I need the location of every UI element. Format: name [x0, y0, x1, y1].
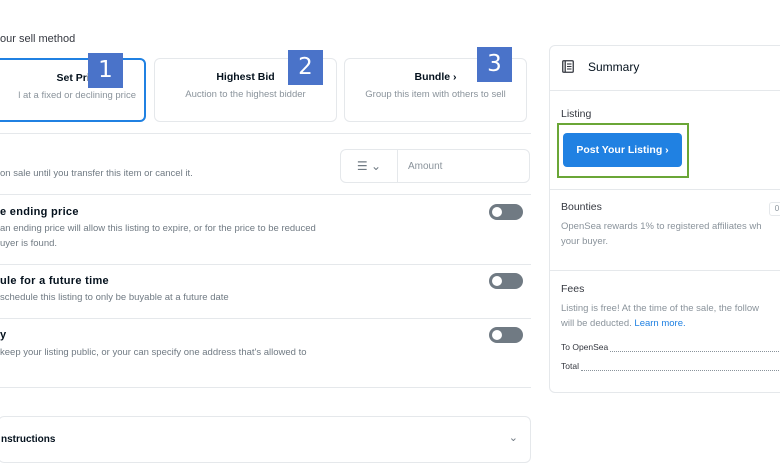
step-badge-1: 1	[88, 53, 123, 88]
highest-bid-subtitle: Auction to the highest bidder	[185, 89, 306, 100]
instructions-label: nstructions	[1, 434, 56, 445]
toggle-knob	[492, 276, 502, 286]
divider	[550, 189, 780, 190]
bundle-subtitle: Group this item with others to sell	[365, 89, 506, 100]
divider	[0, 264, 531, 265]
divider	[0, 387, 531, 388]
price-input-group: ☰ ⌄	[340, 149, 530, 183]
fee-row-opensea: To OpenSea	[561, 342, 780, 352]
step-badge-3: 3	[477, 47, 512, 82]
schedule-toggle[interactable]	[489, 273, 523, 289]
chevron-down-icon: ⌄	[508, 432, 518, 444]
fees-label: Fees	[561, 283, 585, 295]
step-badge-2: 2	[288, 50, 323, 85]
divider	[550, 270, 780, 271]
summary-title: Summary	[588, 60, 640, 74]
fees-description: Listing is free! At the time of the sale…	[561, 303, 760, 329]
summary-panel: Summary Listing Post Your Listing › Boun…	[549, 45, 780, 393]
schedule-description: schedule this listing to only be buyable…	[0, 292, 229, 303]
ending-price-toggle[interactable]	[489, 204, 523, 220]
list-icon	[562, 60, 574, 73]
divider	[0, 194, 531, 195]
post-listing-button[interactable]: Post Your Listing ›	[563, 133, 682, 167]
set-price-option[interactable]: Set Price l at a fixed or declining pric…	[0, 58, 146, 122]
privacy-description: keep your listing public, or your can sp…	[0, 347, 307, 358]
bounty-badge: 0	[769, 202, 780, 216]
sell-method-label: our sell method	[0, 33, 76, 45]
privacy-toggle[interactable]	[489, 327, 523, 343]
instructions-accordion[interactable]: nstructions ⌄	[0, 416, 531, 463]
divider	[0, 318, 531, 319]
ending-price-description: an ending price will allow this listing …	[0, 223, 316, 249]
price-description: on sale until you transfer this item or …	[0, 168, 193, 179]
toggle-knob	[492, 207, 502, 217]
bounties-label: Bounties	[561, 201, 602, 213]
ending-price-title: e ending price	[0, 206, 79, 218]
divider	[0, 133, 531, 134]
bounties-description: OpenSea rewards 1% to registered affilia…	[561, 221, 762, 247]
learn-more-link[interactable]: Learn more.	[634, 318, 685, 329]
privacy-title: y	[0, 329, 7, 341]
post-button-highlight: Post Your Listing ›	[557, 123, 689, 178]
fee-row-total: Total	[561, 361, 780, 371]
schedule-title: ule for a future time	[0, 275, 109, 287]
amount-input[interactable]	[398, 150, 529, 182]
summary-header: Summary	[550, 46, 780, 91]
currency-selector[interactable]: ☰ ⌄	[341, 150, 398, 182]
set-price-subtitle: l at a fixed or declining price	[18, 90, 136, 101]
toggle-knob	[492, 330, 502, 340]
list-chevron-icon: ☰ ⌄	[356, 159, 382, 173]
listing-label: Listing	[561, 108, 592, 120]
